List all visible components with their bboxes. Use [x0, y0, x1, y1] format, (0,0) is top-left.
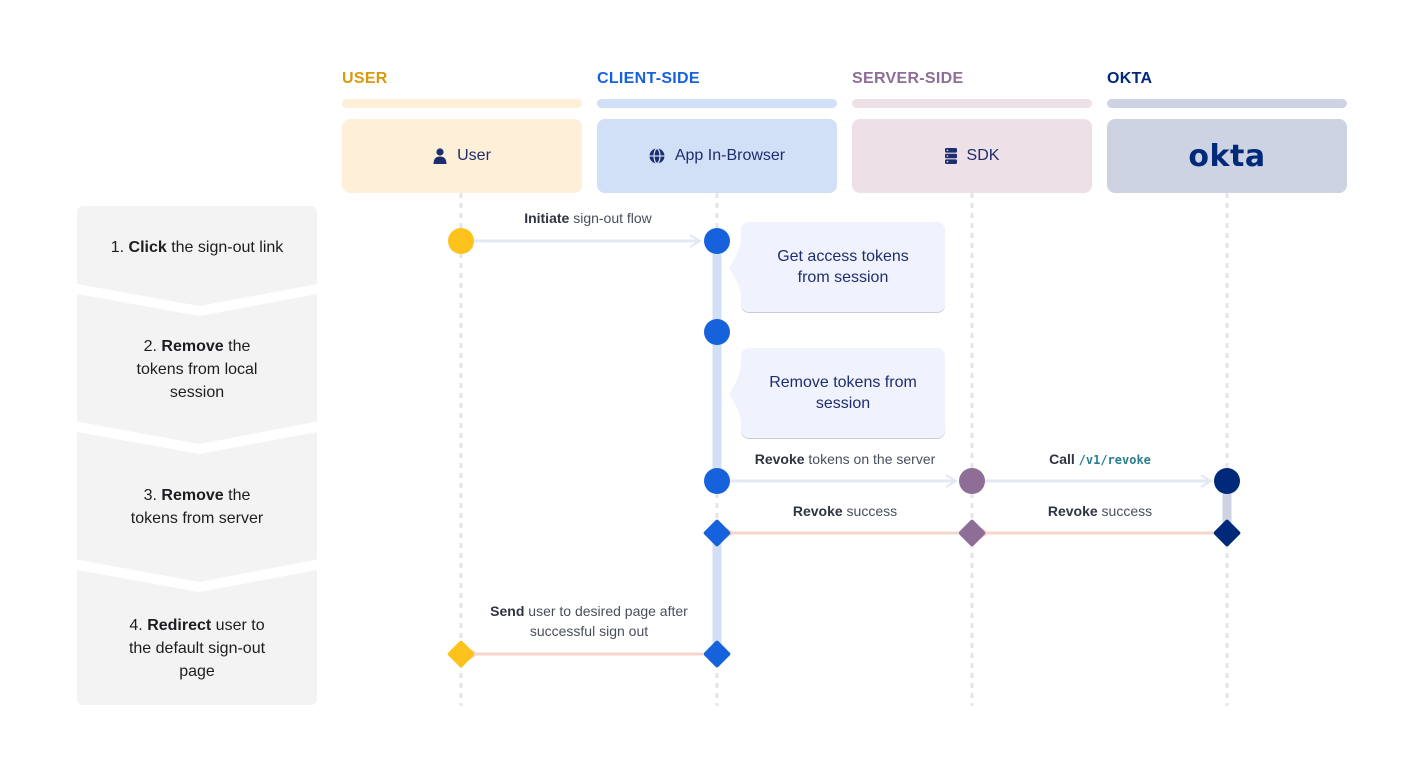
- message-send-user: Send user to desired page after successf…: [473, 601, 705, 641]
- node-okta-diamond: [1213, 519, 1241, 547]
- message-revoke-request-bold: Revoke: [754, 451, 805, 467]
- message-call-revoke-bold: Call: [1049, 451, 1075, 467]
- step-4-num: 4.: [129, 617, 143, 634]
- message-revoke-success-1: Revoke success: [725, 501, 965, 521]
- actor-server: SDK: [852, 119, 1092, 193]
- okta-logo: okta: [1188, 138, 1266, 174]
- server-icon: [944, 148, 957, 164]
- node-client-diamond-1: [703, 519, 731, 547]
- person-icon: [433, 148, 447, 164]
- node-client-3: [704, 468, 730, 494]
- actor-user-label: User: [457, 147, 491, 164]
- step-3-bold: Remove: [161, 487, 224, 504]
- step-2: 2. Remove the tokens from local session: [77, 294, 317, 444]
- message-initiate-text: sign-out flow: [569, 210, 652, 226]
- message-send-user-bold: Send: [490, 603, 525, 619]
- step-1-bold: Click: [128, 238, 167, 256]
- node-client-1: [704, 228, 730, 254]
- step-1-num: 1.: [110, 238, 125, 256]
- step-2-num: 2.: [143, 337, 157, 355]
- note-pointer-1: [729, 238, 741, 298]
- message-call-revoke-endpoint: /v1/revoke: [1078, 453, 1151, 467]
- actor-client-label: App In-Browser: [674, 147, 786, 164]
- message-call-revoke: Call /v1/revoke: [980, 449, 1220, 470]
- actor-user: User: [342, 119, 582, 193]
- actor-client: App In-Browser: [597, 119, 837, 193]
- node-client-diamond-2: [703, 640, 731, 668]
- message-revoke-success-1-bold: Revoke: [792, 503, 843, 519]
- message-send-user-text: user to desired page after successful si…: [524, 603, 688, 639]
- step-1-text: the sign-out link: [166, 238, 284, 256]
- message-initiate-bold: Initiate: [524, 210, 570, 226]
- message-revoke-success-2-text: success: [1097, 503, 1153, 519]
- note-pointer-2: [729, 364, 741, 424]
- actor-okta: okta: [1107, 119, 1347, 193]
- actor-server-label: SDK: [966, 147, 1000, 164]
- note-remove-tokens: Remove tokens from session: [741, 348, 945, 438]
- step-4-bold: Redirect: [147, 617, 212, 634]
- step-3: 3. Remove the tokens from server: [77, 432, 317, 582]
- message-revoke-success-1-text: success: [842, 503, 898, 519]
- step-3-num: 3.: [143, 487, 157, 504]
- message-revoke-success-2: Revoke success: [980, 501, 1220, 521]
- globe-icon: [649, 148, 665, 164]
- node-user-start: [448, 228, 474, 254]
- message-revoke-request: Revoke tokens on the server: [725, 449, 965, 469]
- note-get-tokens: Get access tokens from session: [741, 222, 945, 312]
- message-revoke-request-text: tokens on the server: [804, 451, 936, 467]
- message-revoke-success-2-bold: Revoke: [1047, 503, 1098, 519]
- message-initiate: Initiate sign-out flow: [468, 208, 708, 228]
- node-server-1: [959, 468, 985, 494]
- node-okta-1: [1214, 468, 1240, 494]
- node-client-2: [704, 319, 730, 345]
- step-2-bold: Remove: [161, 337, 224, 355]
- node-user-diamond: [447, 640, 475, 668]
- node-server-diamond: [958, 519, 986, 547]
